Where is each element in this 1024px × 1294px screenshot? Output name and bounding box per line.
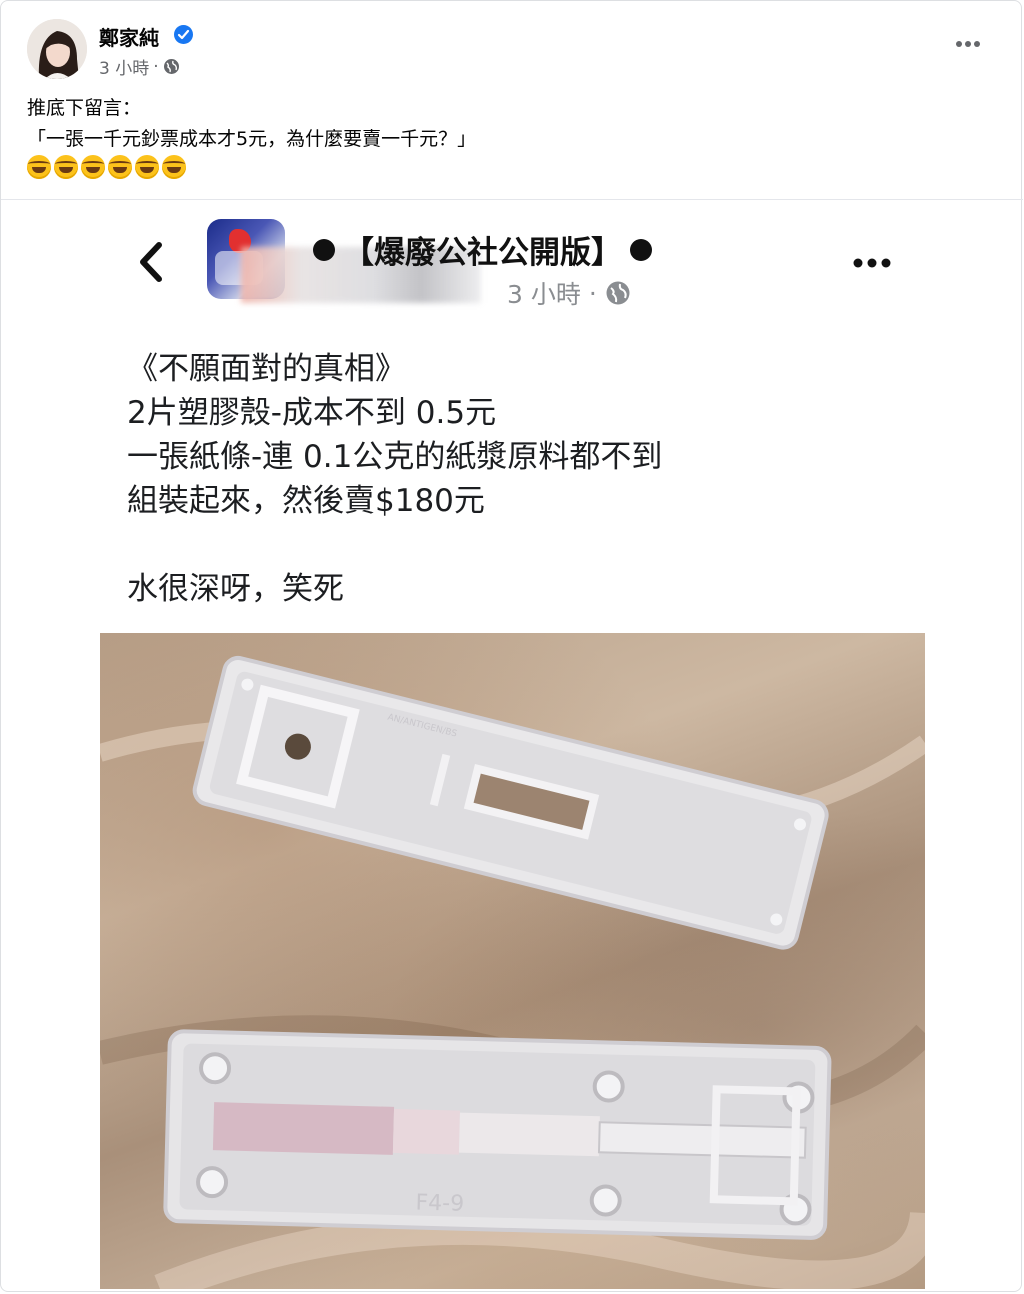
rofl-emoji-icon: [162, 155, 186, 179]
emoji-row: [27, 155, 186, 179]
bottom-shell-mark: F4-9: [415, 1190, 464, 1216]
caption-line-1: 推底下留言：: [27, 97, 142, 119]
post-image[interactable]: AN/ANTIGEN/BS F4-9: [100, 633, 925, 1289]
author-name[interactable]: 鄭家純: [99, 22, 159, 51]
dot-icon: [313, 238, 335, 261]
rofl-emoji-icon: [81, 155, 105, 179]
divider: [1, 199, 1023, 200]
rofl-emoji-icon: [135, 155, 159, 179]
shared-more-options-icon: [853, 255, 891, 269]
shared-post-meta: 3 小時 ·: [507, 275, 631, 311]
shared-group-name: 【爆廢公社公開版】: [313, 227, 652, 272]
post-time[interactable]: 3 小時: [99, 54, 149, 79]
group-name-text: 【爆廢公社公開版】: [343, 235, 622, 271]
rofl-emoji-icon: [54, 155, 78, 179]
rofl-emoji-icon: [108, 155, 132, 179]
shared-meta-separator: ·: [588, 278, 597, 308]
caption-line-2: 「一張一千元鈔票成本才5元，為什麼要賣一千元？」: [27, 128, 477, 150]
public-globe-icon[interactable]: [163, 58, 180, 75]
dot-icon: [630, 238, 652, 261]
shared-post-text: 《不願面對的真相》 2片塑膠殼-成本不到 0.5元 一張紙條-連 0.1公克的紙…: [127, 351, 663, 607]
author-avatar[interactable]: [27, 19, 87, 79]
post-meta: 3 小時 ·: [99, 54, 180, 79]
bottom-plastic-shell: F4-9: [163, 1029, 832, 1240]
verified-badge-icon: [174, 25, 193, 44]
back-chevron-icon: [135, 241, 165, 283]
shared-post-time: 3 小時: [507, 280, 581, 309]
meta-separator: ·: [153, 56, 159, 77]
top-plastic-shell: AN/ANTIGEN/BS: [192, 655, 829, 950]
rofl-emoji-icon: [27, 155, 51, 179]
post-card: 鄭家純 3 小時 · 推底下留言： 「一張一千元鈔票成本才5元，為什麼要賣一千元…: [0, 0, 1023, 1292]
post-caption: 推底下留言： 「一張一千元鈔票成本才5元，為什麼要賣一千元？」: [27, 93, 476, 155]
public-globe-icon: [605, 280, 631, 306]
more-options-icon[interactable]: [955, 35, 981, 47]
